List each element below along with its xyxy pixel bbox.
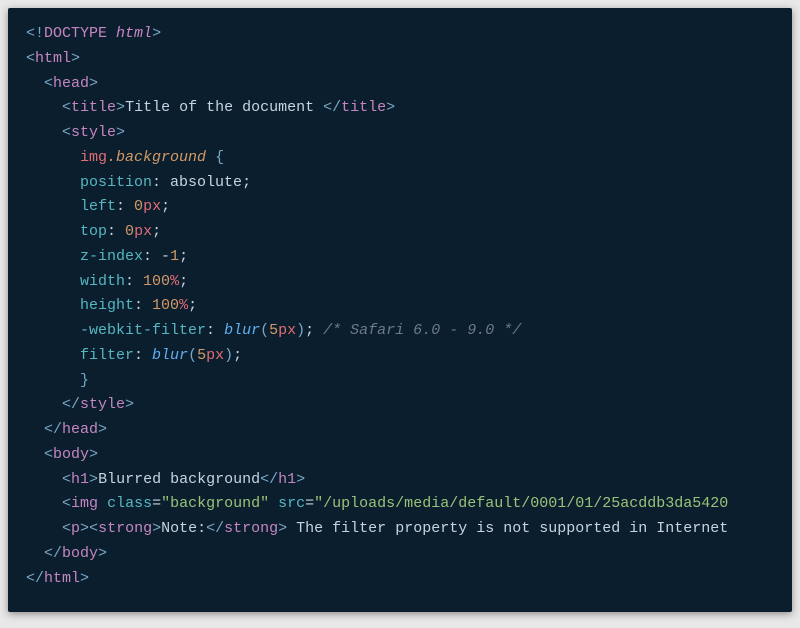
code-line: z-index: -1;	[26, 245, 774, 270]
code-line: filter: blur(5px);	[26, 344, 774, 369]
code-line: left: 0px;	[26, 195, 774, 220]
code-line: <!DOCTYPE html>	[26, 22, 774, 47]
code-line: <h1>Blurred background</h1>	[26, 468, 774, 493]
code-editor[interactable]: <!DOCTYPE html> <html> <head> <title>Tit…	[8, 8, 792, 612]
code-line: img.background {	[26, 146, 774, 171]
code-line: -webkit-filter: blur(5px); /* Safari 6.0…	[26, 319, 774, 344]
code-line: </head>	[26, 418, 774, 443]
code-line: </style>	[26, 393, 774, 418]
code-line: width: 100%;	[26, 270, 774, 295]
code-line: <img class="background" src="/uploads/me…	[26, 492, 774, 517]
code-line: <title>Title of the document </title>	[26, 96, 774, 121]
code-line: <body>	[26, 443, 774, 468]
code-line: <head>	[26, 72, 774, 97]
code-line: position: absolute;	[26, 171, 774, 196]
code-line: </body>	[26, 542, 774, 567]
code-line: <p><strong>Note:</strong> The filter pro…	[26, 517, 774, 542]
code-line: </html>	[26, 567, 774, 592]
code-line: }	[26, 369, 774, 394]
code-line: <style>	[26, 121, 774, 146]
code-line: height: 100%;	[26, 294, 774, 319]
code-line: <html>	[26, 47, 774, 72]
code-line: top: 0px;	[26, 220, 774, 245]
